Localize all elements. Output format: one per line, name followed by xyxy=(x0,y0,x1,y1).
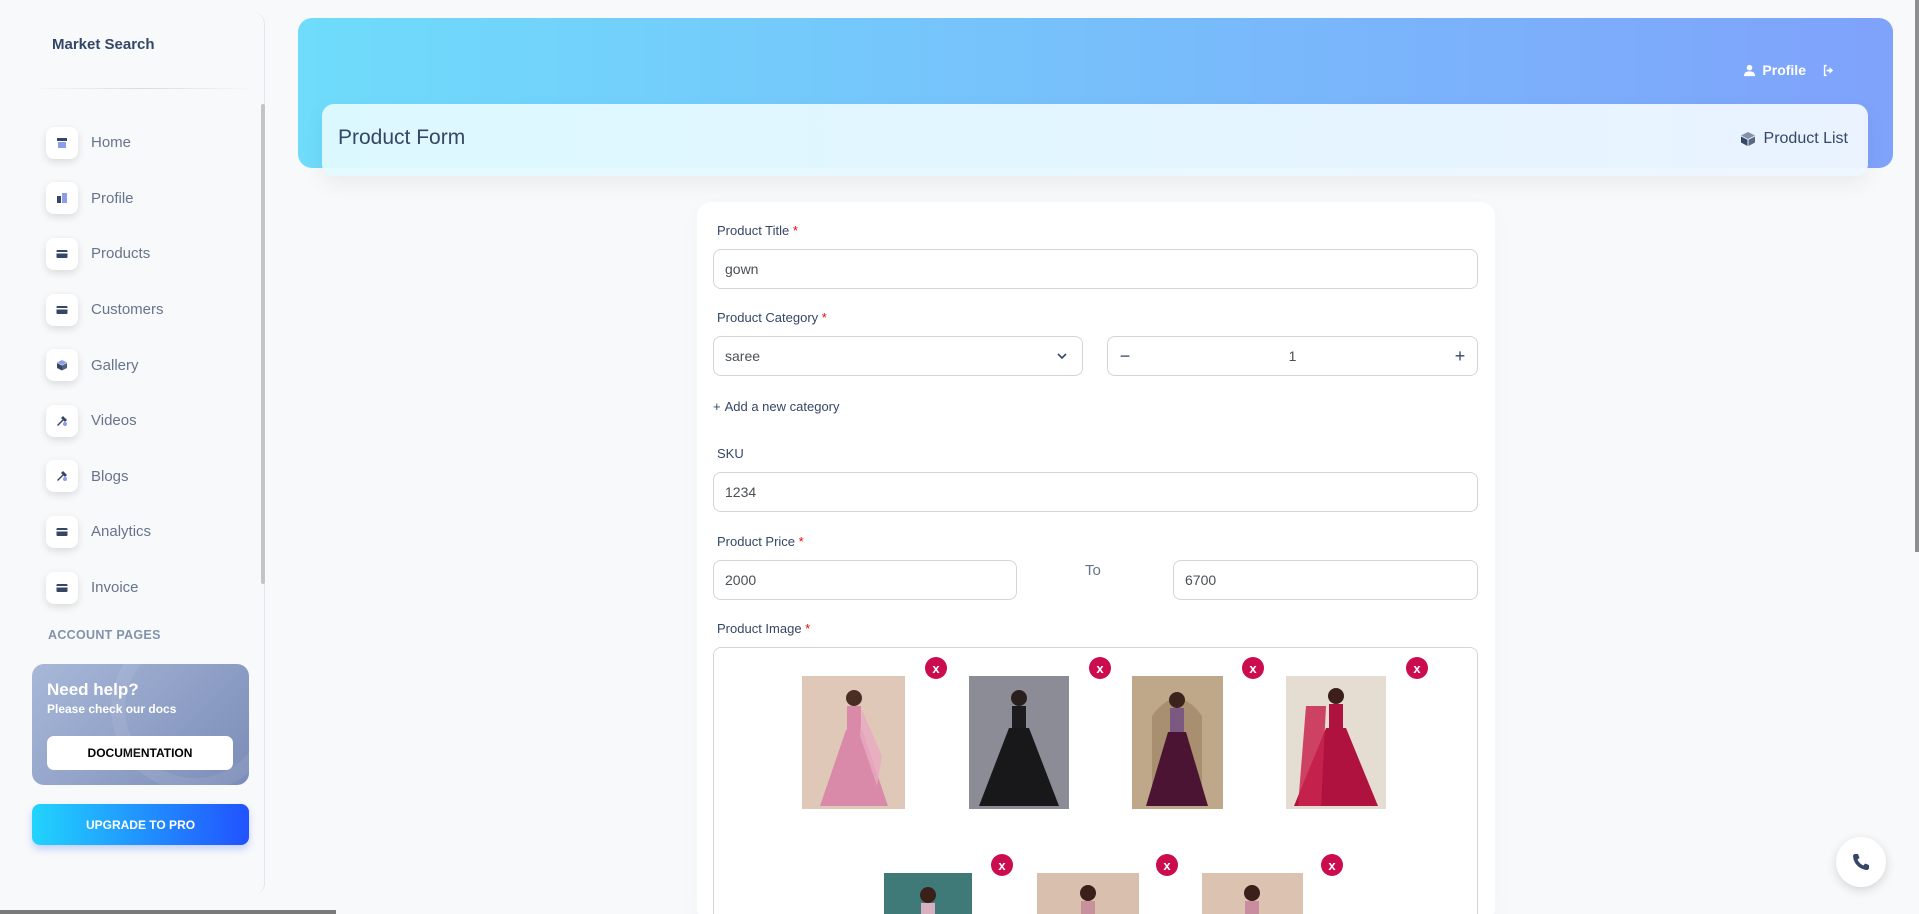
sidebar-item-label: Analytics xyxy=(91,523,152,541)
quantity-stepper[interactable]: 1 − + xyxy=(1107,336,1478,376)
sidebar: Market Search Home Profile Products Cust… xyxy=(0,12,265,895)
remove-image-button[interactable]: x xyxy=(1321,854,1343,876)
settings-icon xyxy=(46,404,78,437)
page-header: Product Form Product List xyxy=(322,104,1868,176)
product-image-thumbnail xyxy=(884,873,972,914)
documentation-button[interactable]: DOCUMENTATION xyxy=(47,736,233,770)
product-price-label: Product Price * xyxy=(717,534,804,549)
sidebar-item-label: Home xyxy=(91,134,132,152)
remove-image-button[interactable]: x xyxy=(1242,657,1264,679)
product-image-thumbnail xyxy=(1132,676,1223,809)
category-value: saree xyxy=(725,348,761,364)
sidebar-item-gallery[interactable]: Gallery xyxy=(46,337,256,393)
product-category-select[interactable]: saree xyxy=(713,336,1083,376)
product-image-thumbnail xyxy=(1202,873,1303,914)
profile-label: Profile xyxy=(1762,62,1806,78)
phone-call-button[interactable] xyxy=(1836,837,1886,887)
product-image-thumbnail xyxy=(802,676,905,809)
sidebar-item-label: Gallery xyxy=(91,356,139,374)
product-list-link[interactable]: Product List xyxy=(1740,130,1848,148)
sidebar-item-blogs[interactable]: Blogs xyxy=(46,449,256,505)
top-actions: Profile xyxy=(1743,62,1835,78)
sidebar-item-customers[interactable]: Customers xyxy=(46,282,256,338)
add-category-link[interactable]: + Add a new category xyxy=(713,399,840,414)
product-form: Product Title * gown Product Category * … xyxy=(697,202,1495,914)
brand-divider xyxy=(30,88,255,89)
product-title-input[interactable]: gown xyxy=(713,249,1478,289)
remove-image-button[interactable]: x xyxy=(1406,657,1428,679)
product-image-thumbnail xyxy=(1286,676,1386,809)
help-card: Need help? Please check our docs DOCUMEN… xyxy=(32,664,249,785)
page-scrollbar[interactable] xyxy=(1915,0,1919,552)
sidebar-item-label: Profile xyxy=(91,189,134,207)
product-category-label: Product Category * xyxy=(717,310,827,325)
sidebar-item-home[interactable]: Home xyxy=(46,115,256,171)
sidebar-scrollbar[interactable] xyxy=(261,104,265,584)
sidebar-item-label: Blogs xyxy=(91,467,129,485)
remove-image-button[interactable]: x xyxy=(991,854,1013,876)
price-to-label: To xyxy=(1085,562,1101,579)
credit-card-icon xyxy=(46,293,78,326)
remove-image-button[interactable]: x xyxy=(1156,854,1178,876)
brand-name[interactable]: Market Search xyxy=(52,36,155,53)
sidebar-nav: Home Profile Products Customers Gallery xyxy=(46,115,256,615)
required-mark: * xyxy=(805,621,811,636)
required-mark: * xyxy=(792,223,798,238)
minus-icon[interactable]: − xyxy=(1110,337,1140,375)
required-mark: * xyxy=(821,310,827,325)
section-title-account-pages: ACCOUNT PAGES xyxy=(48,628,161,642)
remove-image-button[interactable]: x xyxy=(925,657,947,679)
product-image-thumbnail xyxy=(969,676,1069,809)
sign-out-icon[interactable] xyxy=(1822,64,1835,77)
price-min-input[interactable]: 2000 xyxy=(713,560,1017,600)
sidebar-item-label: Videos xyxy=(91,412,137,430)
office-icon xyxy=(46,182,78,215)
shop-icon xyxy=(46,126,78,159)
product-image-thumbnail xyxy=(1037,873,1139,914)
profile-link[interactable]: Profile xyxy=(1743,62,1806,78)
plus-icon[interactable]: + xyxy=(1445,337,1475,375)
sidebar-item-label: Customers xyxy=(91,301,164,319)
sidebar-item-profile[interactable]: Profile xyxy=(46,171,256,227)
credit-card-icon xyxy=(46,515,78,548)
sku-label: SKU xyxy=(717,446,744,461)
sidebar-item-analytics[interactable]: Analytics xyxy=(46,504,256,560)
upgrade-to-pro-button[interactable]: UPGRADE TO PRO xyxy=(32,804,249,845)
phone-icon xyxy=(1853,854,1869,870)
price-max-input[interactable]: 6700 xyxy=(1173,560,1478,600)
product-list-label: Product List xyxy=(1763,130,1848,147)
product-image-gallery: x x x x x x x xyxy=(713,647,1478,914)
sidebar-item-products[interactable]: Products xyxy=(46,226,256,282)
box-3d-icon xyxy=(1740,132,1755,146)
product-title-label: Product Title * xyxy=(717,223,798,238)
credit-card-icon xyxy=(46,237,78,270)
required-mark: * xyxy=(798,534,804,549)
quantity-value[interactable]: 1 xyxy=(1108,337,1477,375)
sidebar-item-label: Invoice xyxy=(91,579,139,597)
page-title: Product Form xyxy=(338,126,466,149)
product-image-label: Product Image * xyxy=(717,621,811,636)
user-icon xyxy=(1744,64,1756,76)
settings-icon xyxy=(46,460,78,493)
sidebar-item-label: Products xyxy=(91,245,151,263)
sku-input[interactable]: 1234 xyxy=(713,472,1478,512)
box-3d-icon xyxy=(46,349,78,382)
sidebar-item-invoice[interactable]: Invoice xyxy=(46,560,256,616)
sidebar-item-videos[interactable]: Videos xyxy=(46,393,256,449)
remove-image-button[interactable]: x xyxy=(1089,657,1111,679)
add-category-label: Add a new category xyxy=(724,399,840,414)
chevron-down-icon xyxy=(1057,353,1067,360)
horizontal-scrollbar[interactable] xyxy=(0,910,336,914)
credit-card-icon xyxy=(46,571,78,604)
help-subtitle: Please check our docs xyxy=(47,702,177,716)
plus-icon: + xyxy=(713,399,721,414)
help-title: Need help? xyxy=(47,680,139,699)
